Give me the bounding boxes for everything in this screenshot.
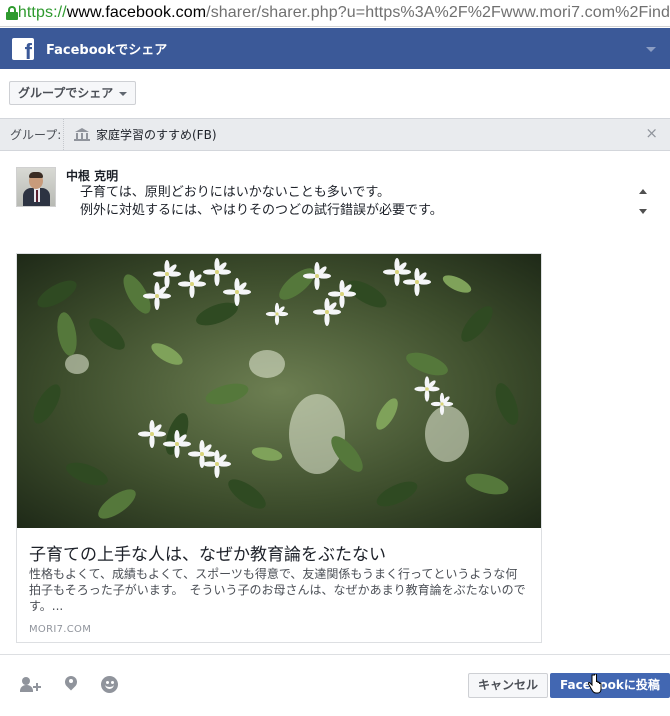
- url-text[interactable]: https://www.facebook.com/sharer/sharer.p…: [18, 4, 670, 22]
- group-label: グループ:: [0, 119, 64, 150]
- chevron-down-icon: [119, 92, 128, 96]
- message-line: 子育ては、原則どおりにはいかないことも多いです。: [80, 185, 391, 200]
- composer: 中根 克明 子育ては、原則どおりにはいかないことも多いです。 例外に対処するには…: [0, 152, 670, 242]
- message-textarea[interactable]: 子育ては、原則どおりにはいかないことも多いです。 例外に対処するには、やはりその…: [80, 184, 620, 220]
- message-scrollbar[interactable]: [636, 185, 650, 219]
- group-building-icon: [74, 127, 90, 142]
- location-pin-icon[interactable]: [62, 673, 82, 695]
- url-scheme: https://: [17, 4, 67, 21]
- link-preview-card[interactable]: 子育ての上手な人は、なぜか教育論をぶたない 性格もよくて、成績もよくて、スポーツ…: [16, 253, 542, 643]
- url-host: www.facebook.com: [66, 4, 207, 21]
- dialog-header: f Facebookでシェア: [0, 28, 670, 69]
- avatar: [16, 167, 56, 207]
- cancel-button[interactable]: キャンセル: [468, 673, 549, 698]
- group-selector-bar: グループ: 家庭学習のすすめ(FB) ×: [0, 118, 670, 151]
- dialog-title: Facebookでシェア: [46, 43, 168, 58]
- chevron-down-icon[interactable]: [646, 47, 656, 52]
- browser-url-bar[interactable]: https://www.facebook.com/sharer/sharer.p…: [0, 0, 670, 27]
- feeling-smiley-icon[interactable]: [100, 675, 120, 695]
- share-target-dropdown[interactable]: グループでシェア: [9, 81, 137, 105]
- message-line: 例外に対処するには、やはりそのつどの試行錯誤が必要です。: [80, 203, 443, 218]
- group-name[interactable]: 家庭学習のすすめ(FB): [96, 126, 217, 143]
- url-path: /sharer/sharer.php?u=https%3A%2F%2Fwww.m…: [206, 4, 670, 21]
- post-button[interactable]: Facebookに投稿: [550, 673, 670, 698]
- tag-people-icon[interactable]: [20, 675, 41, 695]
- preview-title[interactable]: 子育ての上手な人は、なぜか教育論をぶたない: [29, 540, 386, 565]
- preview-domain: MORI7.COM: [29, 624, 92, 635]
- user-name: 中根 克明: [66, 169, 119, 183]
- preview-description: 性格もよくて、成績もよくて、スポーツも得意で、友達関係もうまく行ってというような…: [29, 567, 526, 613]
- facebook-logo-icon: f: [12, 37, 34, 60]
- share-target-bar: グループでシェア: [0, 69, 670, 118]
- lock-icon: [6, 6, 18, 20]
- scroll-down-icon[interactable]: [639, 209, 647, 214]
- close-icon[interactable]: ×: [645, 126, 658, 141]
- scroll-up-icon[interactable]: [639, 189, 647, 194]
- dialog-footer: キャンセル Facebookに投稿: [0, 654, 670, 716]
- share-target-label: グループでシェア: [18, 86, 114, 100]
- preview-image: [17, 254, 541, 528]
